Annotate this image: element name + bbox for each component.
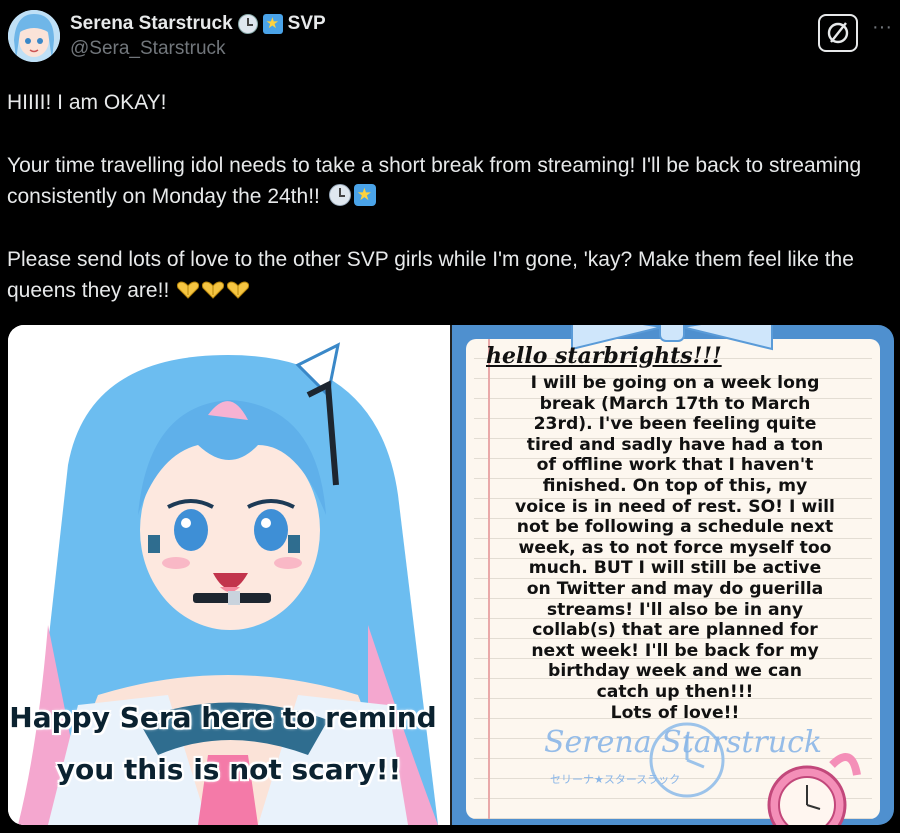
- tweet-header: Serena Starstruck SVP @Sera_Starstruck ·…: [0, 0, 900, 78]
- media-image-right[interactable]: hello starbrights!!! I will be going on …: [452, 325, 894, 825]
- note-line: much. BUT I will still be active: [528, 558, 822, 579]
- heart-hands-emoji-icon: [202, 281, 225, 299]
- heart-hands-emoji-icon: [227, 281, 250, 299]
- note-line: week, as to not force myself too: [518, 537, 832, 558]
- tweet-text: HIIII! I am OKAY! Your time travelling i…: [7, 87, 897, 306]
- shooting-star-emoji-icon: [262, 14, 283, 34]
- note-line: collab(s) that are planned for: [532, 620, 818, 641]
- shooting-star-emoji-icon: [353, 184, 376, 206]
- grok-button[interactable]: [818, 14, 858, 52]
- note-line: break (March 17th to March: [539, 393, 811, 414]
- more-button[interactable]: ···: [870, 16, 894, 42]
- tweet-line-3: Please send lots of love to the other SV…: [7, 244, 897, 306]
- pocket-watch-icon: [767, 753, 861, 825]
- clock-emoji-icon: [237, 14, 258, 34]
- display-name[interactable]: Serena Starstruck: [70, 12, 233, 36]
- left-caption-line-1: Happy Sera here to remind: [9, 701, 437, 734]
- heart-hands-emoji-icon: [177, 281, 200, 299]
- note-line: voice is in need of rest. SO! I will: [515, 496, 835, 517]
- org-label: SVP: [287, 13, 326, 34]
- note-line: 23rd). I've been feeling quite: [533, 414, 817, 435]
- note-title: hello starbrights!!!: [486, 343, 722, 369]
- note-line: birthday week and we can: [548, 661, 802, 682]
- note-line: catch up then!!!: [596, 681, 754, 702]
- character-illustration: [8, 325, 450, 825]
- tweet-line-2-text: Your time travelling idol needs to take …: [7, 154, 862, 208]
- note-line: finished. On top of this, my: [542, 475, 808, 496]
- tweet-media[interactable]: Happy Sera here to remind you this is no…: [8, 325, 894, 825]
- user-handle[interactable]: @Sera_Starstruck: [70, 36, 326, 62]
- more-dots-icon: ···: [872, 16, 892, 38]
- tweet-line-3-text: Please send lots of love to the other SV…: [7, 248, 854, 302]
- note-line: on Twitter and may do guerilla: [526, 578, 824, 599]
- note-line: I will be going on a week long: [530, 373, 820, 393]
- clock-emoji-icon: [328, 184, 351, 206]
- left-caption-line-2: you this is not scary!!: [56, 753, 402, 786]
- tweet-line-2: Your time travelling idol needs to take …: [7, 150, 897, 212]
- note-line: of offline work that I haven't: [536, 455, 814, 476]
- note-line: tired and sadly have had a ton: [526, 434, 824, 455]
- display-name-row[interactable]: Serena Starstruck SVP: [70, 12, 326, 36]
- note-line: not be following a schedule next: [516, 517, 834, 538]
- signature-kana: セリーナ★スタースラック: [550, 773, 681, 786]
- avatar[interactable]: [8, 10, 60, 62]
- media-image-left[interactable]: Happy Sera here to remind you this is no…: [8, 325, 450, 825]
- tweet-line-1: HIIII! I am OKAY!: [7, 91, 167, 114]
- note-line: next week! I'll be back for my: [531, 640, 819, 661]
- grok-slash-circle-icon: [827, 22, 849, 44]
- note-line: streams! I'll also be in any: [546, 599, 804, 620]
- note-body: I will be going on a week long break (Mar…: [480, 373, 870, 723]
